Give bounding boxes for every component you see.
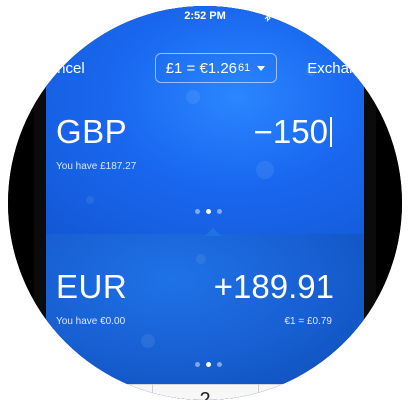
cancel-button[interactable]: Cancel <box>46 60 85 77</box>
decorative-bubble <box>256 161 274 179</box>
target-balance: You have €0.00 <box>56 316 126 327</box>
phone-bezel-left <box>34 6 46 400</box>
app-screen: 2:52 PM Cancel £1 = €1.2661 Exchange GBP <box>46 6 364 400</box>
source-amount: −150 <box>253 113 328 150</box>
decorative-bubble <box>86 196 94 204</box>
target-currency-code[interactable]: EUR <box>56 268 127 306</box>
chevron-down-icon <box>257 66 266 71</box>
pager-dot[interactable] <box>195 362 200 367</box>
pager-dot[interactable] <box>217 362 222 367</box>
decorative-bubble <box>186 90 200 104</box>
target-rate: €1 = £0.79 <box>284 316 332 327</box>
target-pager[interactable] <box>195 362 222 367</box>
rate-small-digits: 61 <box>238 62 251 74</box>
screenshot-frame: 2:52 PM Cancel £1 = €1.2661 Exchange GBP <box>0 0 408 408</box>
source-amount-field[interactable]: −150 <box>254 113 332 151</box>
bluetooth-icon <box>264 10 271 22</box>
circular-crop: 2:52 PM Cancel £1 = €1.2661 Exchange GBP <box>8 6 402 400</box>
nav-bar: Cancel £1 = €1.2661 Exchange <box>46 50 364 86</box>
exchange-rate-selector[interactable]: £1 = €1.26 61 <box>155 53 277 83</box>
source-currency-code[interactable]: GBP <box>56 113 127 151</box>
status-time: 2:52 PM <box>184 10 226 22</box>
source-balance: You have £187.27 <box>56 161 137 172</box>
keypad-key-2[interactable]: 2 <box>46 389 364 400</box>
target-amount: +189.91 <box>213 268 334 305</box>
pager-dot-active[interactable] <box>206 362 211 367</box>
phone-bezel-right <box>364 6 376 400</box>
status-bar: 2:52 PM <box>46 8 364 24</box>
pager-dot[interactable] <box>195 209 200 214</box>
rate-main-text: £1 = €1.26 <box>165 59 238 77</box>
text-cursor <box>330 117 332 148</box>
source-pager[interactable] <box>195 209 222 214</box>
exchange-button[interactable]: Exchange <box>307 60 364 77</box>
panel-divider-notch <box>205 228 221 236</box>
decorative-bubble <box>196 254 206 264</box>
pager-dot[interactable] <box>217 209 222 214</box>
decorative-bubble <box>141 334 155 348</box>
pager-dot-active[interactable] <box>206 209 211 214</box>
